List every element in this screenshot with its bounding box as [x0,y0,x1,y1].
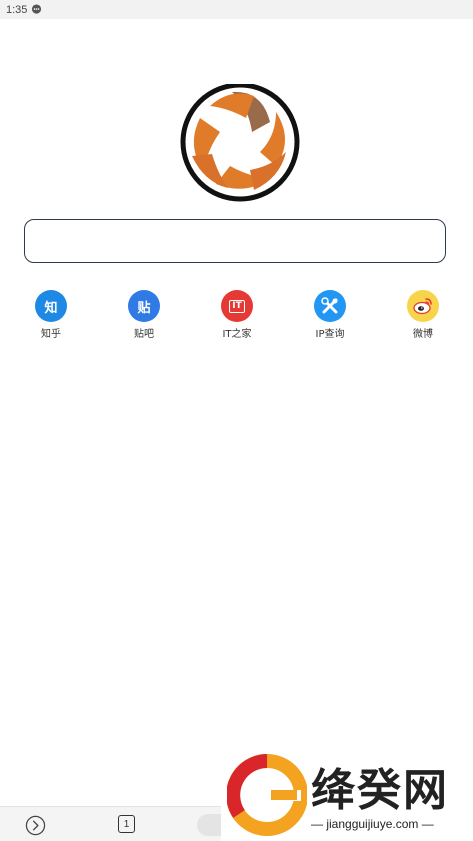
tieba-icon: 贴 [128,290,160,322]
weibo-logo-icon [413,298,432,315]
ithome-glyph: IT [229,299,245,313]
zhihu-glyph: 知 [44,300,58,316]
aperture-logo-icon [170,84,306,206]
chevron-right-icon[interactable] [25,815,46,836]
watermark-logo-icon [227,754,307,836]
chat-bubble-icon [32,4,42,14]
shortcut-tieba[interactable]: 贴 贴吧 [112,290,176,340]
search-input[interactable] [24,219,446,263]
shortcut-label: 知乎 [41,329,61,340]
shortcut-label: 微博 [413,329,433,340]
weibo-icon [407,290,439,322]
shortcut-label: IP查询 [315,329,345,340]
zhihu-icon: 知 [35,290,67,322]
watermark-url: — jiangguijiuye.com — [311,817,434,831]
watermark: 绛癸网 — jiangguijiuye.com — [221,748,473,841]
shortcut-zhihu[interactable]: 知 知乎 [19,290,83,340]
watermark-title: 绛癸网 [311,765,449,816]
shortcut-ithome[interactable]: IT IT之家 [205,290,269,340]
shortcut-ip-query[interactable]: IP查询 [298,290,362,340]
tabs-button[interactable]: 1 [118,815,135,833]
shortcut-label: 贴吧 [134,329,154,340]
tieba-glyph: 贴 [137,300,151,316]
ithome-icon: IT [221,290,253,322]
status-time: 1:35 [6,3,28,16]
tab-count: 1 [123,818,130,830]
shortcut-weibo[interactable]: 微博 [391,290,455,340]
shortcut-label: IT之家 [222,329,252,340]
wrench-screwdriver-icon [321,297,338,314]
tools-icon [314,290,346,322]
status-bar: 1:35 [0,0,473,19]
